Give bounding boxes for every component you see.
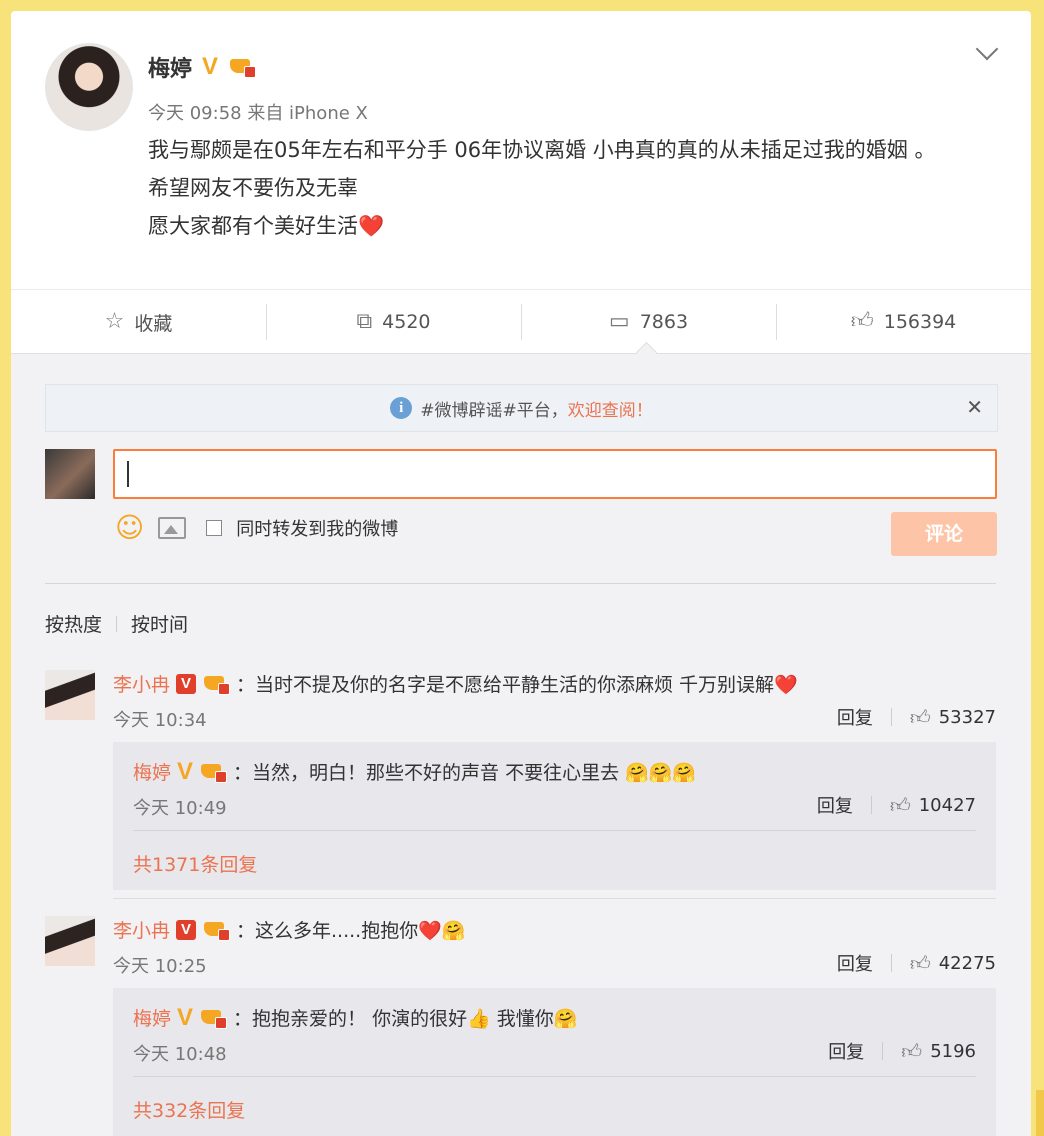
reply-text-line: 梅婷 V ：抱抱亲爱的！ 你演的很好👍 我懂你🤗	[133, 1004, 577, 1031]
action-separator	[890, 708, 892, 726]
like-count: 156394	[883, 311, 957, 333]
verified-icon: V	[177, 757, 194, 785]
repost-checkbox-label[interactable]: 同时转发到我的微博	[236, 515, 398, 541]
action-separator	[882, 1042, 884, 1060]
reply-button[interactable]: 回复	[837, 950, 873, 976]
vip-crown-icon	[199, 1006, 228, 1030]
reply-text: ：当然，明白！那些不好的声音 不要往心里去 🤗🤗🤗	[233, 762, 697, 784]
comment-like-count: 42275	[938, 952, 996, 974]
composer-tools: ☺ 同时转发到我的微博	[115, 514, 398, 542]
replier-name[interactable]: 梅婷	[133, 1004, 171, 1031]
comment-time: 今天 10:25	[113, 956, 207, 977]
author-name[interactable]: 梅婷	[148, 51, 192, 83]
current-user-avatar	[45, 449, 95, 499]
favorite-label: 收藏	[134, 312, 173, 335]
sort-separator	[116, 615, 118, 632]
weibo-post-card: 梅婷 V 今天 09:58 来自 iPhone X 我与鄢颇是在05年左右和平分…	[11, 11, 1031, 1136]
replier-name[interactable]: 梅婷	[133, 758, 171, 785]
repost-count: 4520	[382, 311, 431, 333]
verified-icon: V	[176, 673, 197, 694]
reply-box: 梅婷 V ：当然，明白！那些不好的声音 不要往心里去 🤗🤗🤗 今天 10:49 …	[113, 742, 996, 890]
star-icon: ☆	[104, 309, 125, 334]
reply-button[interactable]: 回复	[817, 792, 853, 818]
chevron-down-icon[interactable]	[975, 37, 999, 61]
comment-text: ：这么多年.....抱抱你❤️🤗	[236, 920, 466, 942]
divider	[45, 583, 996, 584]
reply-like-count: 10427	[918, 794, 976, 816]
like-button[interactable]: 👍︎ 156394	[776, 290, 1031, 354]
action-separator	[890, 954, 892, 972]
reply-box: 梅婷 V ：抱抱亲爱的！ 你演的很好👍 我懂你🤗 今天 10:48 回复 👍︎ …	[113, 988, 996, 1136]
vip-crown-icon	[202, 672, 231, 696]
repost-checkbox[interactable]	[206, 520, 223, 536]
reply-button[interactable]: 回复	[828, 1038, 864, 1064]
sort-by-time[interactable]: 按时间	[131, 610, 188, 637]
commenter-avatar[interactable]	[45, 670, 95, 720]
post-body: 我与鄢颇是在05年左右和平分手 06年协议离婚 小冉真的真的从未插足过我的婚姻 …	[148, 131, 998, 245]
vip-crown-icon	[202, 918, 231, 942]
divider	[133, 830, 976, 831]
reply-button[interactable]: 回复	[837, 704, 873, 730]
comment-like-count: 53327	[938, 706, 996, 728]
post-action-bar: ☆ 收藏 ⧉ 4520 ▭ 7863 👍︎ 156394	[11, 289, 1031, 354]
comment-section: i #微博辟谣#平台， 欢迎查阅！ ✕ ☺ 同时转发到我的微博 评论 按热度 按…	[11, 353, 1031, 1136]
reply-time: 今天 10:49	[133, 798, 227, 819]
post-meta: 今天 09:58 来自 iPhone X	[148, 103, 368, 124]
more-replies-link[interactable]: 共1371条回复	[133, 850, 257, 877]
comment-time: 今天 10:34	[113, 710, 207, 731]
notice-text: #微博辟谣#平台，	[420, 400, 568, 421]
verified-icon: V	[202, 53, 219, 80]
commenter-name[interactable]: 李小冉	[113, 670, 170, 697]
comment-icon: ▭	[608, 309, 630, 334]
reply-like-count: 5196	[930, 1040, 976, 1062]
vip-crown-icon	[199, 760, 228, 784]
image-icon[interactable]	[158, 517, 187, 539]
text-caret	[127, 461, 129, 487]
divider	[133, 1076, 976, 1077]
comment-input[interactable]	[113, 449, 997, 499]
comment-count: 7863	[639, 311, 689, 333]
share-icon: ⧉	[356, 309, 373, 334]
author-avatar[interactable]	[45, 43, 133, 131]
rumor-notice-banner: i #微博辟谣#平台， 欢迎查阅！ ✕	[45, 384, 998, 432]
submit-comment-button[interactable]: 评论	[891, 512, 997, 556]
repost-button[interactable]: ⧉ 4520	[266, 290, 521, 354]
emoji-icon[interactable]: ☺	[115, 514, 144, 542]
sort-by-hot[interactable]: 按热度	[45, 610, 102, 637]
comment-text: ：当时不提及你的名字是不愿给平静生活的你添麻烦 千万别误解❤️	[236, 674, 798, 696]
thumbs-up-icon[interactable]: 👍︎	[890, 793, 911, 818]
reply-actions: 回复 👍︎ 10427	[817, 792, 976, 818]
verified-icon: V	[177, 1003, 194, 1031]
action-separator	[870, 796, 872, 814]
close-icon[interactable]: ✕	[966, 395, 983, 419]
thumbs-up-icon[interactable]: 👍︎	[910, 705, 931, 730]
comment-text-line: 李小冉 V ：这么多年.....抱抱你❤️🤗	[113, 916, 466, 943]
notice-link[interactable]: 欢迎查阅！	[568, 396, 653, 421]
thumbs-up-icon[interactable]: 👍︎	[910, 951, 931, 976]
reply-text: ：抱抱亲爱的！ 你演的很好👍 我懂你🤗	[233, 1008, 578, 1030]
commenter-avatar[interactable]	[45, 916, 95, 966]
favorite-button[interactable]: ☆ 收藏	[11, 290, 266, 354]
page-edge	[1036, 1090, 1044, 1136]
vip-crown-icon	[228, 55, 257, 79]
post-header: 梅婷 V 今天 09:58 来自 iPhone X 我与鄢颇是在05年左右和平分…	[11, 11, 1031, 289]
reply-actions: 回复 👍︎ 5196	[828, 1038, 976, 1064]
more-replies-link[interactable]: 共332条回复	[133, 1096, 245, 1123]
info-icon: i	[390, 397, 413, 419]
post-line: 希望网友不要伤及无辜	[148, 176, 358, 200]
thumbs-up-icon[interactable]: 👍︎	[901, 1039, 922, 1064]
verified-icon: V	[176, 919, 197, 940]
sort-tabs: 按热度 按时间	[45, 610, 188, 637]
comment-actions: 回复 👍︎ 53327	[837, 704, 996, 730]
post-line: 我与鄢颇是在05年左右和平分手 06年协议离婚 小冉真的真的从未插足过我的婚姻 …	[148, 138, 936, 162]
reply-time: 今天 10:48	[133, 1044, 227, 1065]
post-line: 愿大家都有个美好生活❤️	[148, 214, 385, 238]
thumbs-up-icon: 👍︎	[850, 309, 874, 334]
reply-text-line: 梅婷 V ：当然，明白！那些不好的声音 不要往心里去 🤗🤗🤗	[133, 758, 696, 785]
commenter-name[interactable]: 李小冉	[113, 916, 170, 943]
author-name-row: 梅婷 V	[148, 51, 257, 83]
comment-text-line: 李小冉 V ：当时不提及你的名字是不愿给平静生活的你添麻烦 千万别误解❤️	[113, 670, 798, 697]
divider	[113, 898, 996, 899]
comment-actions: 回复 👍︎ 42275	[837, 950, 996, 976]
